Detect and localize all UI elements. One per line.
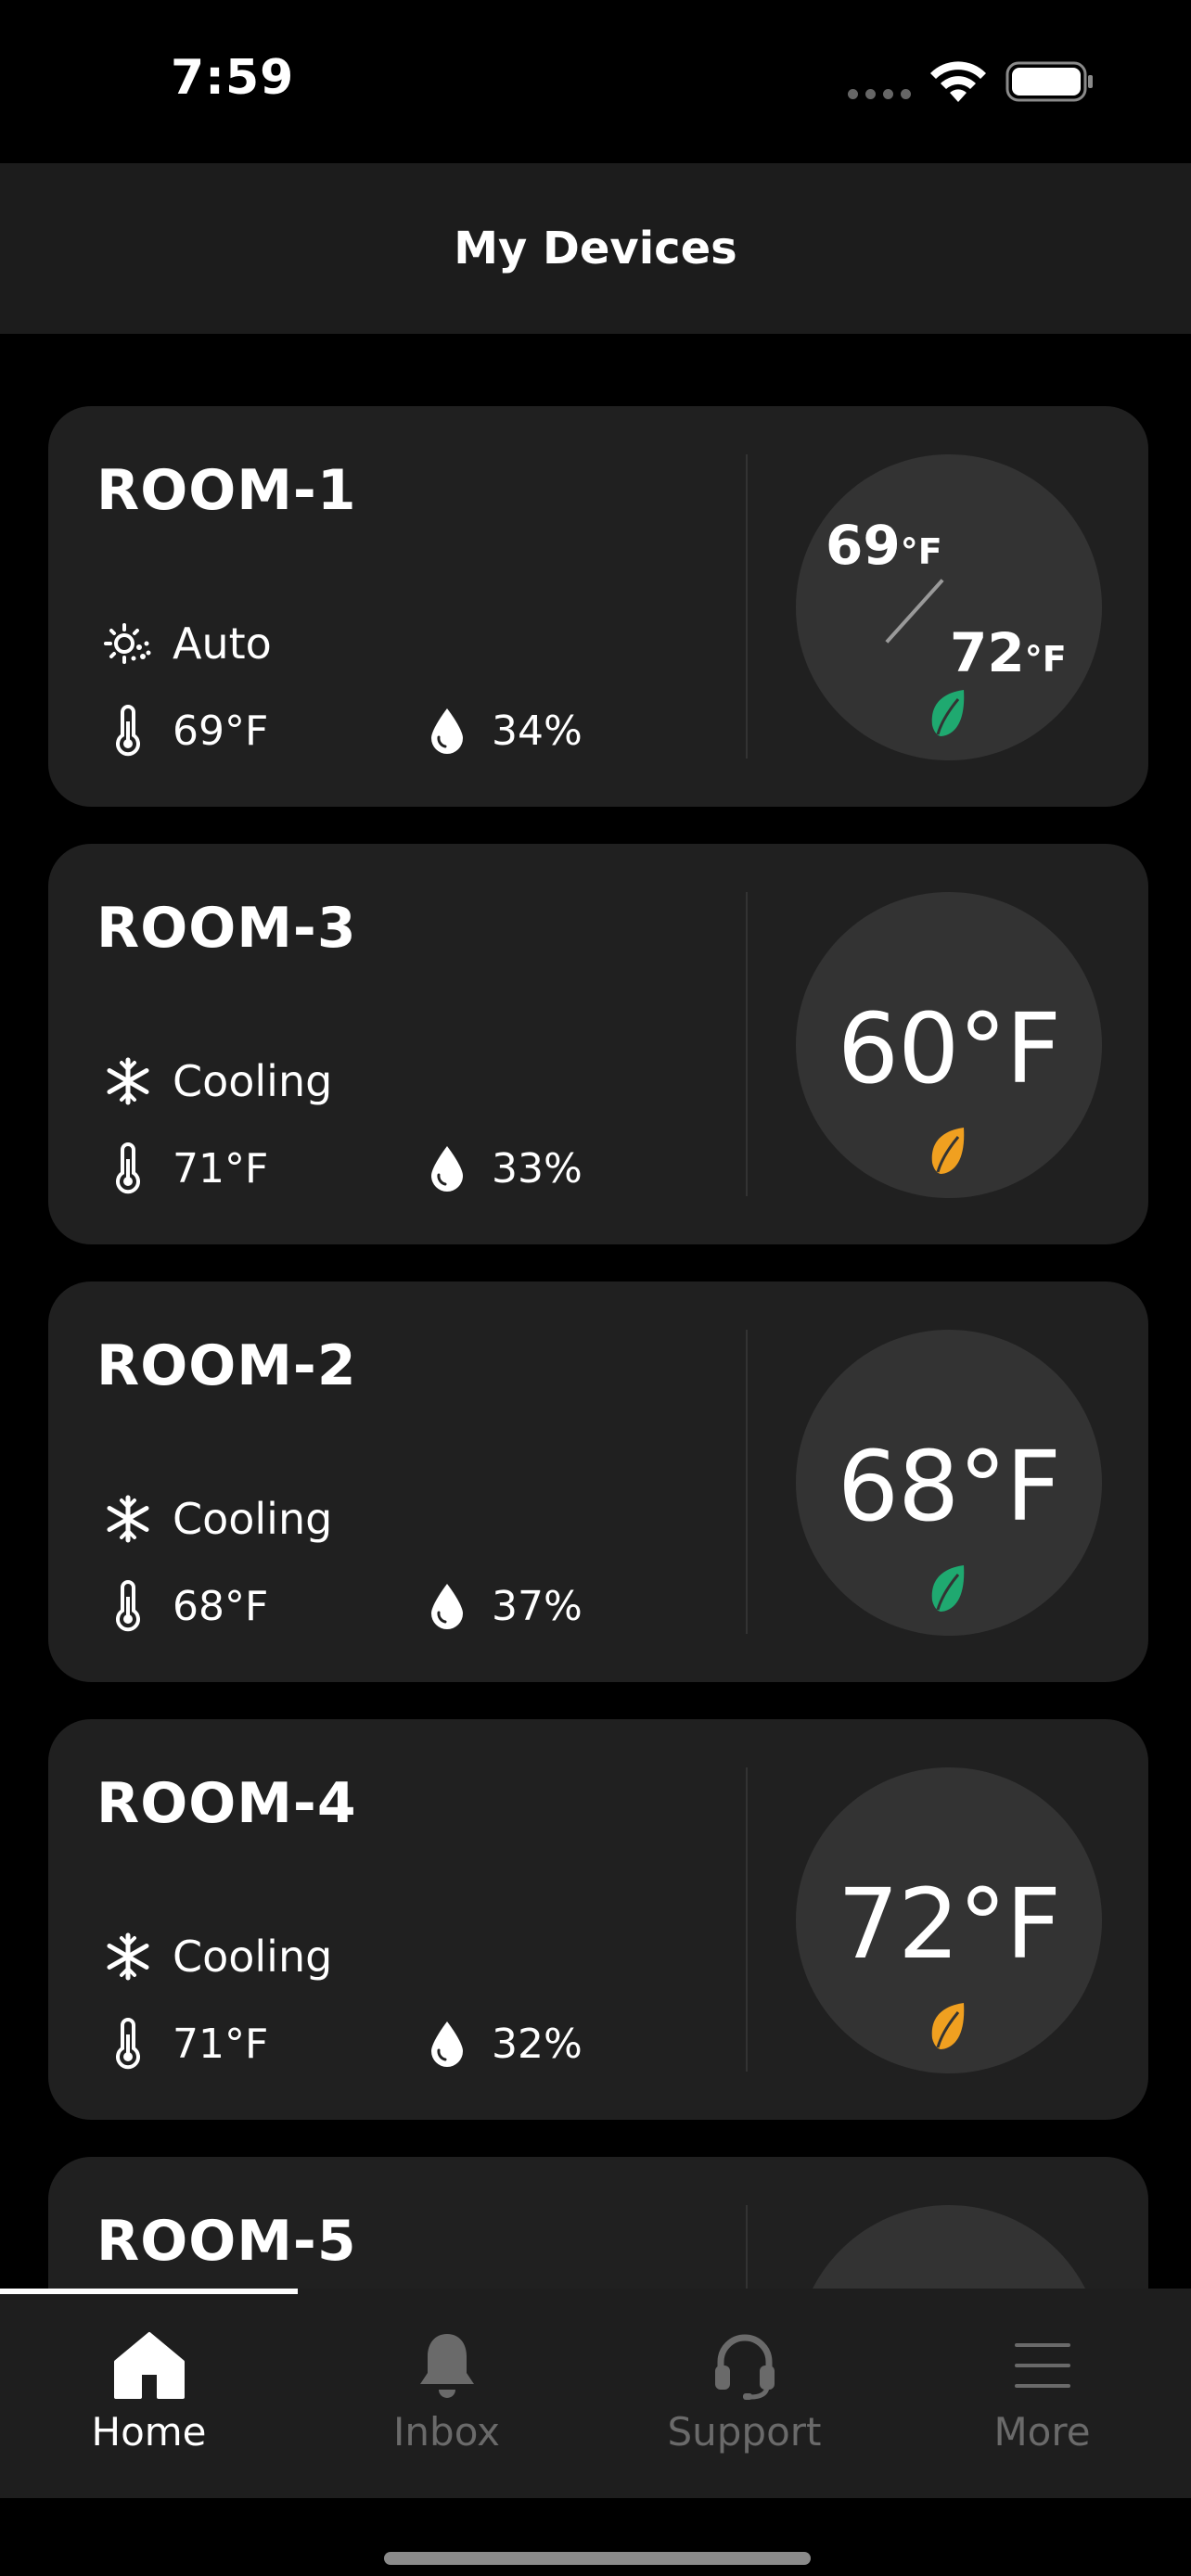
- device-card[interactable]: ROOM-3 Cooling 71°F 33% 60°F: [48, 844, 1148, 1244]
- cool-setpoint: 72°F: [950, 621, 1067, 684]
- tab-label: More: [993, 2409, 1091, 2455]
- tab-home[interactable]: Home: [0, 2289, 298, 2498]
- card-divider: [746, 1330, 748, 1634]
- snowflake-icon: [102, 1055, 154, 1107]
- card-divider: [746, 1767, 748, 2072]
- eco-leaf-icon: [928, 688, 969, 742]
- heat-setpoint: 69°F: [826, 514, 942, 577]
- battery-icon: [1005, 61, 1093, 102]
- wifi-icon: [930, 61, 986, 102]
- menu-icon: [893, 2324, 1191, 2407]
- water-drop-icon: [421, 1578, 473, 1634]
- device-name: ROOM-2: [96, 1333, 357, 1398]
- setpoint-value: 68°F: [837, 1430, 1061, 1543]
- thermometer-icon: [102, 1578, 154, 1634]
- humidity-value: 32%: [492, 2020, 583, 2068]
- setpoint-value: 72°F: [837, 1868, 1061, 1981]
- setpoint-dial[interactable]: 60°F: [796, 892, 1102, 1198]
- tab-support[interactable]: Support: [596, 2289, 893, 2498]
- device-mode: Cooling: [102, 1931, 332, 1983]
- thermometer-icon: [102, 1141, 154, 1196]
- page-title: My Devices: [454, 223, 737, 274]
- setpoint-value: 60°F: [837, 992, 1061, 1105]
- mode-label: Cooling: [173, 1494, 333, 1544]
- humidity-value: 37%: [492, 1582, 583, 1630]
- current-humidity: 34%: [421, 703, 583, 759]
- device-card[interactable]: ROOM-2 Cooling 68°F 37% 68°F: [48, 1282, 1148, 1682]
- current-temperature: 69°F: [102, 703, 268, 759]
- temperature-value: 68°F: [173, 1582, 269, 1630]
- setpoint-dial[interactable]: 68°F: [796, 1330, 1102, 1636]
- setpoint-dial[interactable]: [796, 2205, 1102, 2289]
- card-divider: [746, 892, 748, 1196]
- tab-label: Inbox: [393, 2409, 500, 2455]
- device-mode: Cooling: [102, 1055, 332, 1107]
- setpoint-dial[interactable]: 72°F: [796, 1767, 1102, 2073]
- signal-dots-icon: [848, 89, 911, 99]
- mode-label: Cooling: [173, 1056, 333, 1106]
- setpoint-dial[interactable]: 69°F 72°F: [796, 454, 1102, 760]
- card-divider: [746, 454, 748, 759]
- device-card[interactable]: ROOM-4 Cooling 71°F 32% 72°F: [48, 1719, 1148, 2120]
- snowflake-icon: [102, 1493, 154, 1545]
- device-mode: Auto: [102, 618, 272, 670]
- snowflake-icon: [102, 1931, 154, 1983]
- water-drop-icon: [421, 1141, 473, 1196]
- device-card[interactable]: ROOM-5: [48, 2157, 1148, 2289]
- temperature-value: 71°F: [173, 1144, 269, 1192]
- tab-inbox[interactable]: Inbox: [298, 2289, 596, 2498]
- current-humidity: 37%: [421, 1578, 583, 1634]
- eco-leaf-icon: [928, 1563, 969, 1617]
- setpoint-separator: [885, 579, 944, 644]
- current-temperature: 68°F: [102, 1578, 268, 1634]
- thermometer-icon: [102, 703, 154, 759]
- mode-label: Cooling: [173, 1932, 333, 1982]
- water-drop-icon: [421, 2016, 473, 2072]
- device-name: ROOM-5: [96, 2209, 357, 2274]
- app-header: My Devices: [0, 163, 1191, 334]
- status-bar: 7:59: [0, 0, 1191, 163]
- card-divider: [746, 2205, 748, 2289]
- home-icon: [0, 2324, 298, 2407]
- current-humidity: 33%: [421, 1141, 583, 1196]
- bell-icon: [298, 2324, 596, 2407]
- current-humidity: 32%: [421, 2016, 583, 2072]
- device-card[interactable]: ROOM-1 Auto 69°F 34% 69°F 72°F: [48, 406, 1148, 807]
- eco-leaf-icon: [928, 1126, 969, 1180]
- tab-bar: Home Inbox Support More: [0, 2289, 1191, 2498]
- current-temperature: 71°F: [102, 2016, 268, 2072]
- temperature-value: 69°F: [173, 707, 269, 755]
- temperature-value: 71°F: [173, 2020, 269, 2068]
- thermometer-icon: [102, 2016, 154, 2072]
- tab-label: Support: [667, 2409, 822, 2455]
- home-indicator[interactable]: [384, 2552, 811, 2565]
- current-temperature: 71°F: [102, 1141, 268, 1196]
- headset-icon: [596, 2324, 893, 2407]
- water-drop-icon: [421, 703, 473, 759]
- tab-more[interactable]: More: [893, 2289, 1191, 2498]
- device-mode: Cooling: [102, 1493, 332, 1545]
- humidity-value: 33%: [492, 1144, 583, 1192]
- mode-label: Auto: [173, 618, 272, 669]
- device-name: ROOM-3: [96, 896, 357, 961]
- device-name: ROOM-1: [96, 458, 357, 523]
- device-list[interactable]: ROOM-1 Auto 69°F 34% 69°F 72°F ROOM-3 Co…: [0, 334, 1191, 2289]
- eco-leaf-icon: [928, 2001, 969, 2055]
- tab-label: Home: [91, 2409, 207, 2455]
- humidity-value: 34%: [492, 707, 583, 755]
- status-time: 7:59: [171, 50, 295, 106]
- device-name: ROOM-4: [96, 1771, 357, 1836]
- auto-sun-snow-icon: [102, 618, 154, 670]
